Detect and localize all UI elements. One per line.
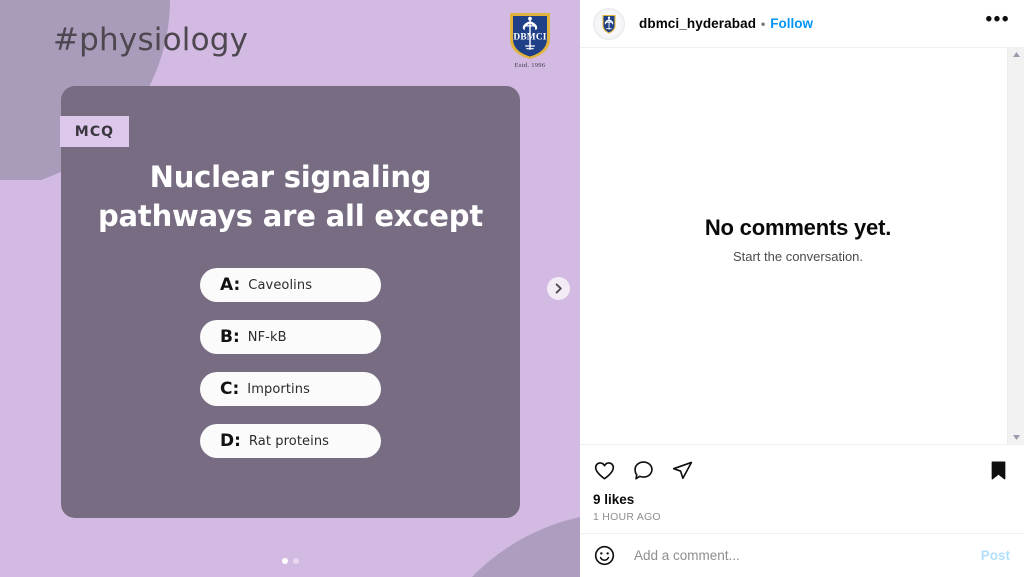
option-letter: D: [220, 431, 241, 451]
comments-section: No comments yet. Start the conversation. [580, 48, 1024, 444]
option-text: NF-kB [247, 329, 287, 345]
comments-scrollbar[interactable] [1007, 48, 1024, 444]
comment-input[interactable] [632, 547, 981, 564]
post-header: dbmci_hyderabad • Follow ••• [580, 0, 1024, 48]
like-button[interactable] [593, 459, 616, 482]
post-author: dbmci_hyderabad • Follow [639, 16, 813, 31]
option-text: Rat proteins [248, 433, 330, 449]
follow-button[interactable]: Follow [770, 16, 813, 31]
avatar[interactable] [593, 7, 625, 40]
question-title: Nuclear signaling pathways are all excep… [61, 158, 520, 237]
action-icons-row [593, 455, 1010, 485]
carousel-indicator [0, 558, 580, 564]
share-button[interactable] [671, 459, 694, 482]
smiley-icon [593, 544, 616, 567]
save-button[interactable] [987, 459, 1010, 482]
option-letter: A: [220, 275, 241, 295]
add-comment-bar: Post [580, 533, 1024, 577]
carousel-next-button[interactable] [547, 277, 570, 300]
question-line-2: pathways are all except [97, 199, 483, 234]
option-text: Importins [247, 381, 310, 397]
post-comment-button[interactable]: Post [981, 548, 1010, 563]
answer-option-a[interactable]: A: Caveolins [200, 268, 381, 302]
answer-option-b[interactable]: B: NF-kB [200, 320, 381, 354]
decorative-blob-bottom-left [0, 180, 70, 577]
paper-plane-icon [671, 459, 694, 482]
emoji-picker-button[interactable] [593, 544, 616, 567]
likes-count[interactable]: 9 likes [593, 492, 1010, 507]
post-details-panel: dbmci_hyderabad • Follow ••• No comments… [580, 0, 1024, 577]
more-options-button[interactable]: ••• [986, 10, 1010, 33]
svg-text:DBMCI: DBMCI [513, 32, 546, 42]
question-card: MCQ Nuclear signaling pathways are all e… [60, 86, 520, 518]
brand-logo: DBMCI Estd. 1996 [505, 9, 555, 69]
option-text: Caveolins [248, 277, 313, 293]
carousel-dot-active[interactable] [281, 558, 288, 564]
bookmark-icon [987, 459, 1010, 482]
answer-option-d[interactable]: D: Rat proteins [200, 424, 381, 458]
separator-dot: • [761, 16, 766, 31]
post-actions-bar: 9 likes 1 HOUR AGO [580, 444, 1024, 533]
post-media-panel: #physiology DBMCI Estd. 1996 MCQ Nuclear… [0, 0, 580, 577]
option-letter: B: [220, 327, 240, 347]
heart-icon [593, 459, 616, 482]
comment-bubble-icon [632, 459, 655, 482]
established-label: Estd. 1996 [514, 62, 546, 69]
answer-option-c[interactable]: C: Importins [200, 372, 381, 406]
scroll-down-icon[interactable] [1012, 434, 1021, 441]
instagram-post-view: #physiology DBMCI Estd. 1996 MCQ Nuclear… [0, 0, 1024, 577]
question-line-1: Nuclear signaling [149, 160, 432, 194]
empty-state-title: No comments yet. [704, 214, 892, 240]
shield-icon: DBMCI [507, 9, 553, 61]
comments-empty-state: No comments yet. Start the conversation. [705, 215, 891, 264]
scroll-up-icon[interactable] [1012, 51, 1021, 58]
answer-options-list: A: Caveolins B: NF-kB C: Importins D: Ra… [61, 268, 520, 458]
hashtag-label: #physiology [53, 22, 249, 58]
empty-state-subtitle: Start the conversation. [732, 248, 864, 264]
post-timestamp: 1 HOUR AGO [593, 511, 661, 523]
option-letter: C: [220, 379, 240, 399]
username-label[interactable]: dbmci_hyderabad [639, 16, 756, 31]
comment-button[interactable] [632, 459, 655, 482]
chevron-right-icon [553, 283, 564, 294]
mcq-badge: MCQ [60, 116, 129, 147]
carousel-dot[interactable] [292, 558, 299, 564]
